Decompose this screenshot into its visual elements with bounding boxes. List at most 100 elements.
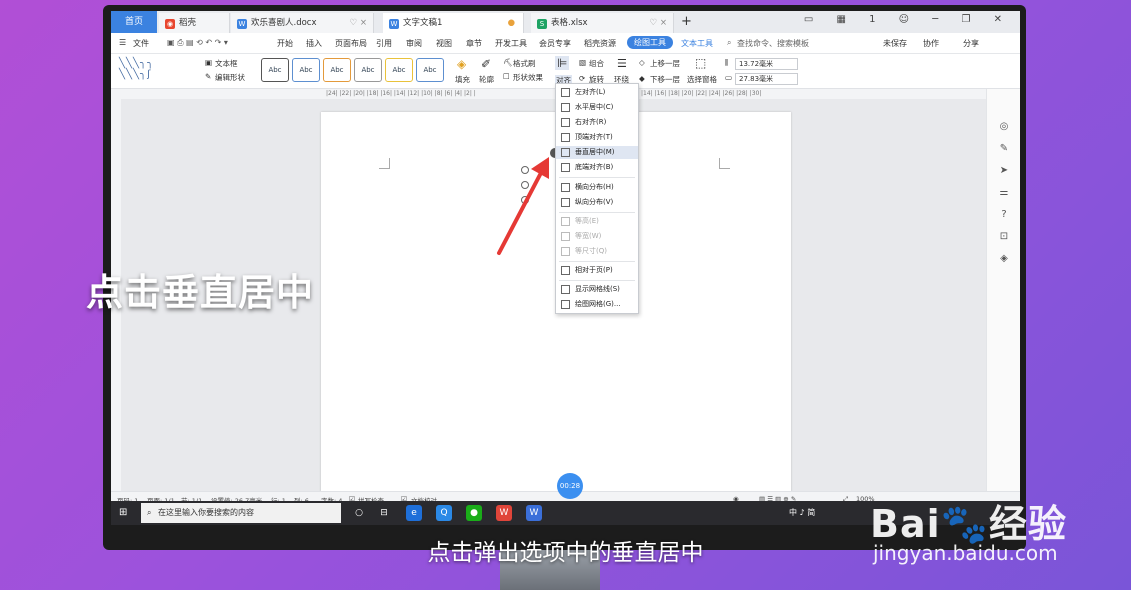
tab-docx[interactable]: W 欢乐喜剧人.docx ♡ × — [231, 13, 374, 33]
menu-file[interactable]: 文件 — [133, 38, 149, 49]
shape-style-5[interactable]: Abc — [385, 58, 413, 82]
menu-start[interactable]: 开始 — [277, 38, 293, 49]
textbox-icon[interactable]: ▣ — [205, 58, 212, 67]
align-right-item[interactable]: 右对齐(R) — [556, 116, 638, 129]
item-label: 纵向分布(V) — [575, 198, 614, 206]
settings-sliders-icon[interactable]: ⚌ — [998, 187, 1010, 199]
cursor-icon[interactable]: ➤ — [998, 165, 1010, 177]
shape-height-input[interactable]: 27.83毫米 — [735, 73, 798, 85]
equal-width-icon — [561, 232, 570, 241]
align-center-item[interactable]: 水平居中(C) — [556, 101, 638, 114]
align-right-icon — [561, 118, 570, 127]
menu-text-tools[interactable]: 文本工具 — [681, 38, 713, 49]
wrap-icon[interactable]: ☰ — [617, 57, 627, 70]
tab-docer[interactable]: ◉ 稻壳 — [159, 13, 230, 33]
rotate-icon[interactable]: ⟳ — [579, 74, 585, 83]
hamburger-icon[interactable]: ☰ — [119, 38, 126, 47]
tab-current-doc[interactable]: W 文字文稿1 ● — [383, 13, 524, 33]
menu-view[interactable]: 视图 — [436, 38, 452, 49]
wps-icon[interactable]: W — [496, 505, 512, 521]
shape-style-2[interactable]: Abc — [292, 58, 320, 82]
collab-button[interactable]: 协作 — [923, 38, 939, 49]
style-icon[interactable]: ◎ — [998, 121, 1010, 133]
window-controls[interactable]: ▭ ▦ 1 ☺ ─ ❐ ✕ — [804, 14, 1012, 25]
line-styles-gallery[interactable]: ╲╲╲╮╮ ╲╲╲╮ʃ — [119, 58, 154, 80]
bring-up-button[interactable]: 上移一层 — [650, 58, 680, 69]
tab-home[interactable]: 首页 — [111, 11, 157, 33]
unsaved-button[interactable]: 未保存 — [883, 38, 907, 49]
tab-xlsx[interactable]: S 表格.xlsx ♡ × — [531, 13, 674, 33]
task-view-icon[interactable]: ⊟ — [376, 505, 392, 521]
align-icon[interactable]: ⊫ — [555, 56, 570, 70]
help-icon[interactable]: ? — [998, 209, 1010, 221]
menu-docer[interactable]: 稻壳资源 — [584, 38, 616, 49]
search-icon[interactable]: ⌕ — [727, 38, 731, 48]
drawing-grid-item[interactable]: 绘图网格(G)... — [556, 298, 638, 311]
edit-shape-icon[interactable]: ✎ — [205, 72, 211, 81]
shape-style-1[interactable]: Abc — [261, 58, 289, 82]
close-icon[interactable]: ♡ × — [650, 13, 667, 33]
wechat-icon[interactable]: ● — [466, 505, 482, 521]
distribute-horizontal-item[interactable]: 横向分布(H) — [556, 181, 638, 194]
add-tab-button[interactable]: + — [681, 14, 692, 29]
format-brush-button[interactable]: 格式刷 — [513, 58, 536, 69]
shape-width-input[interactable]: 13.72毫米 — [735, 58, 798, 70]
shape-effect-icon[interactable]: ☐ — [503, 72, 510, 81]
align-bottom-icon — [561, 163, 570, 172]
show-gridlines-item[interactable]: 显示网格线(S) — [556, 283, 638, 296]
send-down-icon[interactable]: ◆ — [639, 74, 645, 83]
fill-button[interactable]: 填充 — [455, 74, 470, 85]
quick-access-icons[interactable]: ▣ ⎙ ▤ ⟲ ↶ ↷ ▾ — [167, 38, 228, 48]
shield-icon[interactable]: ◈ — [998, 253, 1010, 265]
shape-style-3[interactable]: Abc — [323, 58, 351, 82]
close-icon[interactable]: ♡ × — [350, 13, 367, 33]
pen-icon[interactable]: ✎ — [998, 143, 1010, 155]
equal-size-item[interactable]: 等尺寸(Q) — [556, 245, 638, 258]
shape-effect-button[interactable]: 形状效果 — [513, 72, 543, 83]
browser-icon[interactable]: Q — [436, 505, 452, 521]
outline-icon[interactable]: ✐ — [481, 57, 491, 71]
menu-layout[interactable]: 页面布局 — [335, 38, 367, 49]
cortana-icon[interactable]: ○ — [351, 505, 367, 521]
format-brush-icon[interactable]: ⛏ — [503, 58, 513, 67]
group-icon[interactable]: ▧ — [579, 58, 586, 67]
select-pane-icon[interactable]: ⬚ — [695, 56, 706, 70]
system-tray[interactable]: 中 ♪ 简 — [789, 507, 815, 518]
menu-review[interactable]: 审阅 — [406, 38, 422, 49]
align-top-item[interactable]: 顶端对齐(T) — [556, 131, 638, 144]
shape-style-6[interactable]: Abc — [416, 58, 444, 82]
textbox-button[interactable]: 文本框 — [215, 58, 238, 69]
ruler-ticks-right: |14| |16| |18| |20| |22| |24| |26| |28| … — [641, 90, 762, 97]
relative-to-page-item[interactable]: 相对于页(P) — [556, 264, 638, 277]
align-middle-item[interactable]: 垂直居中(M) — [556, 146, 638, 159]
menu-dev-tools[interactable]: 开发工具 — [495, 38, 527, 49]
align-dropdown-menu: 左对齐(L) 水平居中(C) 右对齐(R) 顶端对齐(T) 垂直居中(M) 底端… — [555, 83, 639, 314]
send-down-button[interactable]: 下移一层 — [650, 74, 680, 85]
align-bottom-item[interactable]: 底端对齐(B) — [556, 161, 638, 174]
edge-icon[interactable]: e — [406, 505, 422, 521]
menu-chapter[interactable]: 章节 — [466, 38, 482, 49]
taskbar-search[interactable]: ⌕ 在这里输入你要搜索的内容 — [141, 503, 341, 523]
menu-drawing-tools[interactable]: 绘图工具 — [627, 36, 673, 49]
writer-icon[interactable]: W — [526, 505, 542, 521]
distribute-vertical-item[interactable]: 纵向分布(V) — [556, 196, 638, 209]
fill-bucket-icon[interactable]: ◈ — [457, 57, 466, 71]
backup-icon[interactable]: ⊡ — [998, 231, 1010, 243]
outline-button[interactable]: 轮廓 — [479, 74, 494, 85]
menu-divider — [559, 280, 635, 281]
menu-member[interactable]: 会员专享 — [539, 38, 571, 49]
command-search[interactable]: 查找命令、搜索模板 — [737, 38, 809, 49]
shape-style-4[interactable]: Abc — [354, 58, 382, 82]
edit-shape-button[interactable]: 编辑形状 — [215, 72, 245, 83]
menu-insert[interactable]: 插入 — [306, 38, 322, 49]
windows-start-icon[interactable]: ⊞ — [119, 507, 130, 518]
menu-reference[interactable]: 引用 — [376, 38, 392, 49]
equal-height-item[interactable]: 等高(E) — [556, 215, 638, 228]
group-button[interactable]: 组合 — [589, 58, 604, 69]
bring-up-icon[interactable]: ◇ — [639, 58, 645, 67]
share-button[interactable]: 分享 — [963, 38, 979, 49]
equal-width-item[interactable]: 等宽(W) — [556, 230, 638, 243]
align-left-item[interactable]: 左对齐(L) — [556, 86, 638, 99]
select-pane-button[interactable]: 选择窗格 — [687, 74, 717, 85]
horizontal-ruler[interactable]: |24| |22| |20| |18| |16| |14| |12| |10| … — [111, 89, 986, 99]
